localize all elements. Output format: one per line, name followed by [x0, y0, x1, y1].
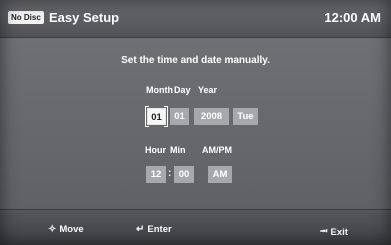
easy-setup-screen: No Disc Easy Setup 12:00 AM Set the time…: [0, 0, 391, 245]
enter-hint: ↵ Enter: [136, 224, 172, 235]
instruction-text: Set the time and date manually.: [121, 55, 270, 66]
enter-label: Enter: [147, 224, 172, 235]
ampm-field[interactable]: AM: [208, 166, 232, 183]
month-field[interactable]: 01: [145, 106, 168, 127]
day-label: Day: [174, 85, 191, 95]
screen-title: Easy Setup: [49, 10, 120, 25]
year-field[interactable]: 2008: [194, 108, 229, 125]
exit-hint: ⭲ Exit: [320, 224, 348, 241]
enter-icon: ↵: [136, 224, 145, 235]
move-hint: ✧ Move: [48, 224, 84, 235]
weekday-field: Tue: [233, 108, 258, 125]
header-bar: No Disc Easy Setup 12:00 AM: [0, 0, 391, 38]
exit-icon: ⭲: [320, 226, 328, 237]
year-label: Year: [198, 85, 218, 95]
move-label: Move: [59, 224, 84, 235]
day-field[interactable]: 01: [170, 108, 189, 125]
hour-label: Hour: [145, 145, 166, 155]
minute-label: Min: [170, 145, 186, 155]
footer-bar: ✧ Move ↵ Enter ⭲ Exit: [0, 209, 391, 245]
clock: 12:00 AM: [324, 10, 381, 25]
setup-panel: Set the time and date manually. Month Da…: [0, 38, 391, 209]
disc-status-badge: No Disc: [8, 11, 44, 24]
hour-field[interactable]: 12: [146, 166, 166, 183]
minute-field[interactable]: 00: [174, 166, 194, 183]
ampm-label: AM/PM: [202, 145, 232, 155]
month-label: Month: [146, 85, 173, 95]
directional-arrows-icon: ✧: [48, 224, 57, 235]
exit-label: Exit: [330, 227, 348, 238]
time-separator: :: [168, 168, 172, 179]
